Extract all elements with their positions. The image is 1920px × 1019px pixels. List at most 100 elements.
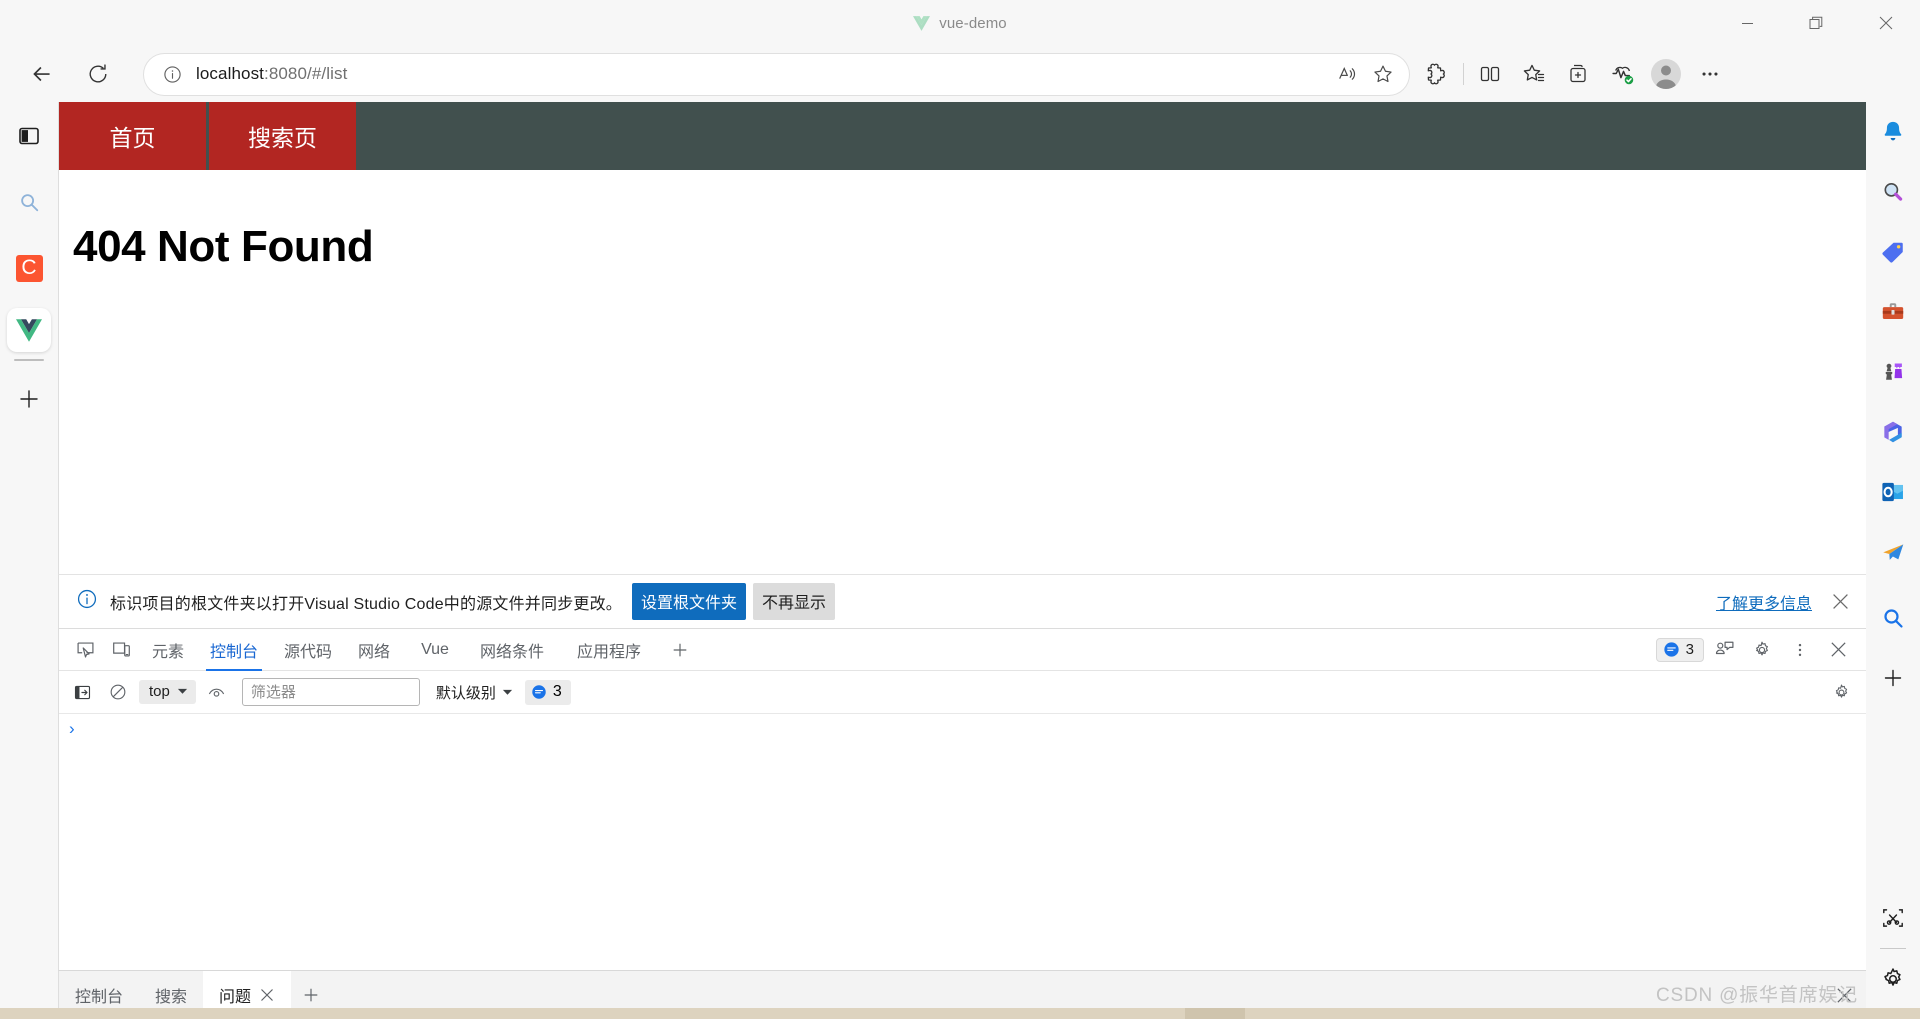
level-value: 默认级别 [435, 684, 496, 702]
set-root-folder-button[interactable]: 设置根文件夹 [632, 583, 747, 620]
bing-search-icon[interactable] [1866, 162, 1920, 222]
sidebar-split-pane-icon[interactable] [0, 110, 58, 162]
clear-console-icon[interactable] [103, 678, 133, 706]
context-value: top [149, 683, 170, 700]
console-level-selector[interactable]: 默认级别 [436, 682, 513, 703]
favorites-icon[interactable] [1512, 54, 1556, 94]
outlook-icon[interactable] [1866, 462, 1920, 522]
right-sidebar [1866, 102, 1920, 1019]
close-icon[interactable] [259, 987, 275, 1003]
console-prompt-caret: › [69, 719, 75, 738]
inspect-element-icon[interactable] [67, 634, 103, 666]
add-tool-icon[interactable] [1866, 648, 1920, 708]
vue-logo-icon [16, 318, 42, 342]
sidebar-vue-tab-icon[interactable] [0, 304, 58, 356]
more-vertical-icon[interactable] [1782, 634, 1818, 666]
notification-message: 标识项目的根文件夹以打开Visual Studio Code中的源文件并同步更改… [110, 595, 622, 613]
close-icon[interactable] [1820, 634, 1856, 666]
url-host: localhost [196, 64, 264, 83]
active-tab-title[interactable]: vue-demo [913, 15, 1007, 32]
info-circle-icon [76, 588, 98, 615]
sidebar-settings-icon[interactable] [1866, 949, 1920, 1009]
devtools-tab-sources[interactable]: 源代码 [271, 629, 345, 671]
devtools-tab-console[interactable]: 控制台 [197, 629, 271, 671]
close-icon[interactable] [1828, 590, 1852, 614]
send-paperplane-icon[interactable] [1866, 522, 1920, 582]
shopping-tag-icon[interactable] [1866, 222, 1920, 282]
profile-avatar[interactable] [1644, 54, 1688, 94]
favorite-star-icon[interactable] [1365, 58, 1401, 90]
settings-more-icon[interactable] [1688, 54, 1732, 94]
site-navbar: 首页 搜索页 [59, 102, 1866, 170]
csdn-badge: C [15, 254, 43, 282]
feedback-icon[interactable] [1706, 634, 1742, 666]
reload-icon[interactable] [76, 54, 120, 94]
devtools-tab-network-conditions[interactable]: 网络条件 [467, 629, 557, 671]
window-controls [1713, 0, 1920, 46]
sidebar-search-icon[interactable] [0, 176, 58, 228]
device-toolbar-icon[interactable] [103, 634, 139, 666]
collections-icon[interactable] [1556, 54, 1600, 94]
address-bar[interactable]: localhost:8080/#/list [144, 53, 1409, 95]
devtools-tab-application[interactable]: 应用程序 [557, 629, 661, 671]
console-context-selector[interactable]: top [139, 680, 196, 704]
browser-window: vue-demo localhost:8080/#/list C 首页 搜索页 … [0, 0, 1920, 1019]
devtools-panel: 元素 控制台 源代码 网络 Vue 网络条件 应用程序 3 top 筛选器 默认… [58, 629, 1866, 970]
taskbar-strip [0, 1008, 1920, 1019]
vue-tab-indicator [14, 359, 44, 361]
games-chess-icon[interactable] [1866, 342, 1920, 402]
split-screen-icon[interactable] [1468, 54, 1512, 94]
site-info-icon[interactable] [160, 62, 184, 86]
vscode-notification-bar: 标识项目的根文件夹以打开Visual Studio Code中的源文件并同步更改… [58, 574, 1866, 629]
devtools-tab-vue[interactable]: Vue [403, 629, 467, 671]
console-settings-gear-icon[interactable] [1826, 678, 1856, 706]
add-panel-icon[interactable] [661, 632, 699, 668]
sidebar-csdn-icon[interactable]: C [0, 242, 58, 294]
left-sidebar: C [0, 102, 58, 1019]
page-content: 404 Not Found [59, 170, 1866, 272]
avatar [1651, 59, 1681, 89]
toolbox-icon[interactable] [1866, 282, 1920, 342]
console-issue-count[interactable]: 3 [524, 679, 571, 705]
browser-toolbar: localhost:8080/#/list [0, 46, 1920, 102]
notifications-bell-icon[interactable] [1866, 102, 1920, 162]
read-aloud-icon[interactable] [1329, 58, 1365, 90]
page-title: 404 Not Found [73, 222, 374, 271]
console-message-badge[interactable]: 3 [1655, 637, 1704, 662]
microsoft-365-icon[interactable] [1866, 402, 1920, 462]
minimize-button[interactable] [1713, 0, 1782, 46]
console-output[interactable]: › [59, 714, 1866, 928]
devtools-tabbar: 元素 控制台 源代码 网络 Vue 网络条件 应用程序 3 [59, 629, 1866, 671]
chevron-down-icon [177, 688, 187, 694]
nav-tab-search[interactable]: 搜索页 [209, 102, 359, 170]
console-toolbar: top 默认级别 3 [59, 671, 1866, 714]
search-blue-icon[interactable] [1866, 588, 1920, 648]
sidebar-add-icon[interactable] [0, 373, 58, 425]
console-filter-input[interactable] [241, 678, 420, 706]
vue-tab-button[interactable] [7, 308, 51, 352]
web-capture-icon[interactable] [1866, 888, 1920, 948]
close-button[interactable] [1851, 0, 1920, 46]
message-bubble-icon [1664, 641, 1679, 657]
drawer-tab-label: 问题 [219, 989, 252, 1006]
url-path: :8080/#/list [264, 64, 348, 83]
gear-icon[interactable] [1744, 634, 1780, 666]
live-expression-icon[interactable] [202, 678, 232, 706]
console-sidebar-icon[interactable] [67, 678, 97, 706]
vue-logo-icon [913, 15, 931, 31]
dont-show-again-button[interactable]: 不再显示 [753, 583, 836, 620]
devtools-tabbar-actions: 3 [1655, 634, 1866, 666]
extensions-icon[interactable] [1415, 54, 1459, 94]
browser-essentials-icon[interactable] [1600, 54, 1644, 94]
devtools-tab-elements[interactable]: 元素 [139, 629, 197, 671]
nav-tab-home[interactable]: 首页 [59, 102, 209, 170]
back-arrow-icon[interactable] [20, 54, 64, 94]
url-text[interactable]: localhost:8080/#/list [196, 64, 1329, 84]
learn-more-link[interactable]: 了解更多信息 [1716, 590, 1812, 614]
page-viewport: 首页 搜索页 404 Not Found [58, 102, 1866, 574]
chevron-down-icon [502, 689, 512, 695]
drawer-tab-label: 搜索 [155, 989, 188, 1006]
maximize-restore-button[interactable] [1782, 0, 1851, 46]
devtools-tab-network[interactable]: 网络 [345, 629, 403, 671]
title-bar: vue-demo [0, 0, 1920, 46]
